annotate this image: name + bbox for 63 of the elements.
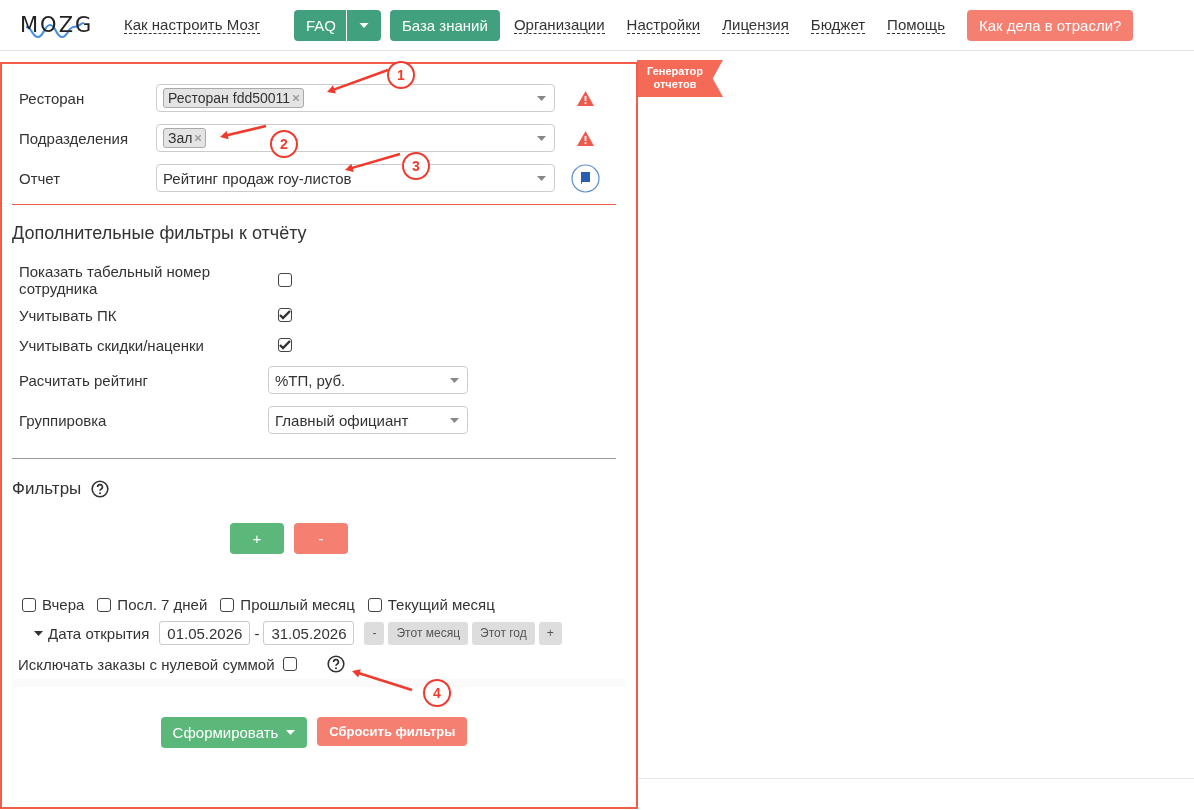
caret-icon bbox=[450, 418, 459, 423]
section-title: Дополнительные фильтры к отчёту bbox=[12, 223, 308, 244]
caret-icon bbox=[358, 22, 369, 28]
option-label: Группировка bbox=[19, 411, 108, 429]
date-from-field[interactable]: 01.05.2026 bbox=[159, 621, 251, 645]
field-label: Ресторан bbox=[18, 89, 86, 107]
option-label: Исключать заказы с нулевой суммой bbox=[18, 655, 275, 673]
option-label: Показать табельный номер сотрудника bbox=[19, 263, 212, 297]
nav-link[interactable]: Как настроить Мозг bbox=[124, 16, 260, 34]
annotation-number: 1 bbox=[387, 61, 415, 89]
period-label: Вчера bbox=[42, 596, 85, 613]
nav-link[interactable]: Лицензия bbox=[722, 16, 789, 34]
option-label: Учитывать ПК bbox=[19, 306, 118, 324]
period-label: Прошлый месяц bbox=[240, 596, 355, 613]
annotation-arrow bbox=[352, 669, 413, 692]
nav-link[interactable]: Организации bbox=[513, 16, 605, 34]
option-label: Учитывать скидки/наценки bbox=[19, 336, 205, 354]
caret-icon bbox=[537, 136, 546, 141]
dropdown-button[interactable] bbox=[346, 9, 381, 41]
date-preset-button[interactable]: Этот год bbox=[472, 621, 535, 645]
annotation-number: 2 bbox=[270, 130, 298, 158]
checkbox[interactable] bbox=[220, 597, 235, 612]
section-title: Фильтры bbox=[12, 479, 82, 499]
date-label: Дата открытия bbox=[48, 624, 150, 642]
annotation-arrow bbox=[220, 124, 267, 140]
checkbox[interactable] bbox=[278, 338, 292, 352]
period-label: Текущий месяц bbox=[387, 596, 495, 613]
checkbox[interactable] bbox=[278, 308, 292, 322]
date-preset-button[interactable]: + bbox=[538, 621, 562, 645]
date-preset-button[interactable]: Этот месяц bbox=[388, 621, 468, 645]
caret-icon bbox=[537, 96, 546, 101]
caret-icon bbox=[537, 176, 546, 181]
checkbox[interactable] bbox=[282, 657, 297, 671]
tag: Зал bbox=[163, 128, 207, 148]
caret-icon bbox=[34, 630, 43, 636]
checkbox[interactable] bbox=[367, 597, 382, 612]
checkbox[interactable] bbox=[278, 273, 292, 287]
help-icon[interactable] bbox=[91, 480, 110, 498]
option-label: Расчитать рейтинг bbox=[19, 371, 149, 389]
nav-link[interactable]: Бюджет bbox=[810, 16, 866, 34]
field-label: Отчет bbox=[18, 169, 62, 187]
checkbox[interactable] bbox=[22, 597, 36, 612]
nav-link[interactable]: Настройки bbox=[626, 16, 701, 34]
annotation-number: 3 bbox=[402, 152, 430, 180]
checkbox[interactable] bbox=[97, 597, 112, 612]
annotation-arrow bbox=[345, 152, 401, 172]
nav-link[interactable]: Помощь bbox=[887, 16, 946, 34]
date-to-field[interactable]: 31.05.2026 bbox=[263, 621, 355, 645]
date-separator: - bbox=[254, 624, 260, 642]
select-field[interactable]: Главный официант bbox=[268, 406, 468, 434]
select-field[interactable]: %ТП, руб. bbox=[268, 366, 468, 394]
annotation-arrow bbox=[327, 68, 389, 94]
caret-icon bbox=[450, 378, 459, 383]
field-label: Подразделения bbox=[18, 129, 130, 147]
date-preset-button[interactable]: - bbox=[364, 621, 385, 645]
help-icon[interactable] bbox=[326, 655, 345, 673]
book-icon[interactable] bbox=[570, 163, 600, 193]
period-label: Посл. 7 дней bbox=[117, 596, 208, 613]
caret-icon bbox=[286, 730, 296, 735]
select-field[interactable]: Ресторан fdd50011 bbox=[156, 84, 555, 112]
annotation-number: 4 bbox=[423, 679, 451, 707]
tag: Ресторан fdd50011 bbox=[163, 88, 305, 108]
report-generator-ribbon: Генератор отчетов bbox=[637, 60, 723, 97]
